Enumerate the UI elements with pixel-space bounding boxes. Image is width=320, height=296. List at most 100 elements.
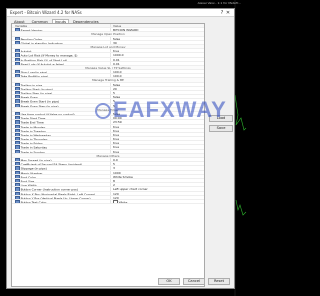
- variable-type-icon: [15, 199, 20, 204]
- close-icon[interactable]: ✕: [225, 10, 231, 16]
- value-text: BITCOIN WIZARD: [113, 28, 139, 32]
- dialog-buttons: OK Cancel Reset: [158, 278, 230, 285]
- variable-label: Expert Version: [20, 28, 43, 32]
- variable-cell: Fixed Lots (if Autolot = false): [12, 61, 110, 65]
- value-cell[interactable]: 1000: [110, 170, 204, 174]
- value-text: White: [118, 200, 128, 204]
- variable-label: Magic Number: [20, 170, 43, 174]
- variable-type-icon: [15, 183, 20, 187]
- value-text: 120: [113, 195, 119, 199]
- variable-label: Break Even: [20, 95, 38, 99]
- value-cell[interactable]: false: [110, 82, 204, 86]
- dialog-titlebar: Expert - Bitcoin Wizard 4.2 for NASs ? ✕: [7, 9, 234, 17]
- variable-type-icon: [15, 74, 20, 78]
- variable-label: Trade in Wednesday: [20, 133, 51, 137]
- variable-label: Coefficient of Second EA Steps (incident…: [20, 162, 83, 166]
- value-cell[interactable]: true: [110, 128, 204, 132]
- variable-type-icon: [15, 57, 20, 61]
- variable-type-icon: [15, 145, 20, 149]
- variable-label: Trade in Saturday: [20, 145, 47, 149]
- variable-type-icon: [15, 70, 20, 74]
- variable-cell: Trailing Start (in pips): [12, 86, 110, 90]
- value-cell[interactable]: 0.01: [110, 61, 204, 65]
- reset-button[interactable]: Reset: [208, 278, 230, 285]
- value-text: true: [113, 141, 120, 145]
- value-text: Left upper chart corner: [113, 187, 148, 191]
- value-cell[interactable]: 100.0: [110, 70, 204, 74]
- header-value: Value: [110, 24, 204, 28]
- variable-type-icon: [15, 195, 20, 199]
- variable-cell: Button X Pos (Horizontal Pixels Right, L…: [12, 191, 110, 195]
- value-text: 2: [113, 183, 115, 187]
- cancel-button[interactable]: Cancel: [183, 278, 205, 285]
- value-cell[interactable]: White: [110, 199, 204, 204]
- watermark-text: EAFXWAY: [113, 97, 227, 122]
- value-cell[interactable]: true: [110, 141, 204, 145]
- expert-properties-dialog: Expert - Bitcoin Wizard 4.2 for NASs ? ✕…: [6, 8, 235, 289]
- color-swatch[interactable]: [113, 199, 118, 204]
- value-text: 20: [113, 86, 117, 90]
- value-cell[interactable]: true: [110, 124, 204, 128]
- value-cell[interactable]: true: [110, 149, 204, 153]
- value-text: 5: [113, 91, 115, 95]
- variable-type-icon: [15, 132, 20, 137]
- variable-cell: Trade in Thursday: [12, 137, 110, 141]
- value-cell[interactable]: false: [110, 36, 204, 40]
- variable-cell: Stop Loss(in pips): [12, 70, 110, 74]
- value-cell[interactable]: 0.01: [110, 57, 204, 61]
- value-cell[interactable]: 2: [110, 183, 204, 187]
- dialog-title: Expert - Bitcoin Wizard 4.2 for NASs: [10, 10, 82, 15]
- value-cell[interactable]: 8: [110, 178, 204, 183]
- value-cell[interactable]: true: [110, 137, 204, 141]
- variable-label: Button Y Pos (Vertical Pixels Up, Upper …: [20, 195, 91, 199]
- value-cell[interactable]: true: [110, 145, 204, 149]
- variable-label: Button Corner (Instruction corner pos): [20, 187, 78, 191]
- value-cell[interactable]: 120: [110, 195, 204, 199]
- variable-type-icon: [15, 120, 20, 124]
- variable-label: Max Spread (in pips): [20, 158, 52, 162]
- variable-label: Auto Lot Risk (If Money to manage, $): [20, 53, 78, 57]
- section-label: Manage Lot and Money: [90, 44, 126, 49]
- variable-type-icon: [15, 82, 20, 86]
- value-cell[interactable]: true: [110, 49, 204, 53]
- variable-cell: Trailing Step (in pips): [12, 91, 110, 95]
- variable-cell: Pending Order: [12, 36, 110, 40]
- save-button[interactable]: Save: [209, 125, 233, 132]
- variable-type-icon: [15, 187, 20, 191]
- value-cell[interactable]: 30: [110, 40, 204, 44]
- value-cell[interactable]: 3: [110, 166, 204, 170]
- value-cell[interactable]: 5: [110, 91, 204, 95]
- variable-label: Trailing Step (in pips): [20, 91, 53, 95]
- variable-label: Line Width: [20, 183, 37, 187]
- section-label: Manage Open Position: [91, 32, 125, 36]
- value-text: 100.0: [113, 74, 122, 78]
- value-cell[interactable]: 5: [110, 162, 204, 166]
- variable-type-icon: [15, 53, 20, 57]
- value-cell[interactable]: 1000.0: [110, 53, 204, 57]
- variable-type-icon: [15, 141, 20, 145]
- value-cell[interactable]: White Smoke: [110, 174, 204, 178]
- variable-cell: Trade in Tuesday: [12, 128, 110, 132]
- value-cell[interactable]: 120: [110, 191, 204, 195]
- value-cell[interactable]: 20: [110, 86, 204, 90]
- value-cell[interactable]: BITCOIN WIZARD: [110, 28, 204, 32]
- value-cell[interactable]: 100.0: [110, 74, 204, 78]
- value-text: White Smoke: [113, 174, 133, 178]
- variable-type-icon: [15, 61, 20, 65]
- ok-button[interactable]: OK: [158, 278, 180, 285]
- variable-label: Stop Loss(in pips): [20, 70, 48, 74]
- variable-label: Button Text Color: [20, 200, 47, 204]
- variable-cell: Line Width: [12, 183, 110, 187]
- value-cell[interactable]: 0.0: [110, 158, 204, 162]
- variable-label: Pending Order: [20, 36, 43, 40]
- value-text: true: [113, 137, 120, 141]
- variable-type-icon: [15, 158, 20, 162]
- variable-type-icon: [15, 162, 20, 166]
- table-row[interactable]: Button Text Color White: [12, 199, 204, 205]
- variable-label: Font Size: [20, 179, 35, 183]
- variable-label: Font Color: [20, 175, 36, 178]
- value-cell[interactable]: true: [110, 132, 204, 137]
- value-cell[interactable]: Left upper chart corner: [110, 187, 204, 191]
- variable-cell: Font Color: [12, 174, 110, 178]
- variable-type-icon: [15, 111, 20, 116]
